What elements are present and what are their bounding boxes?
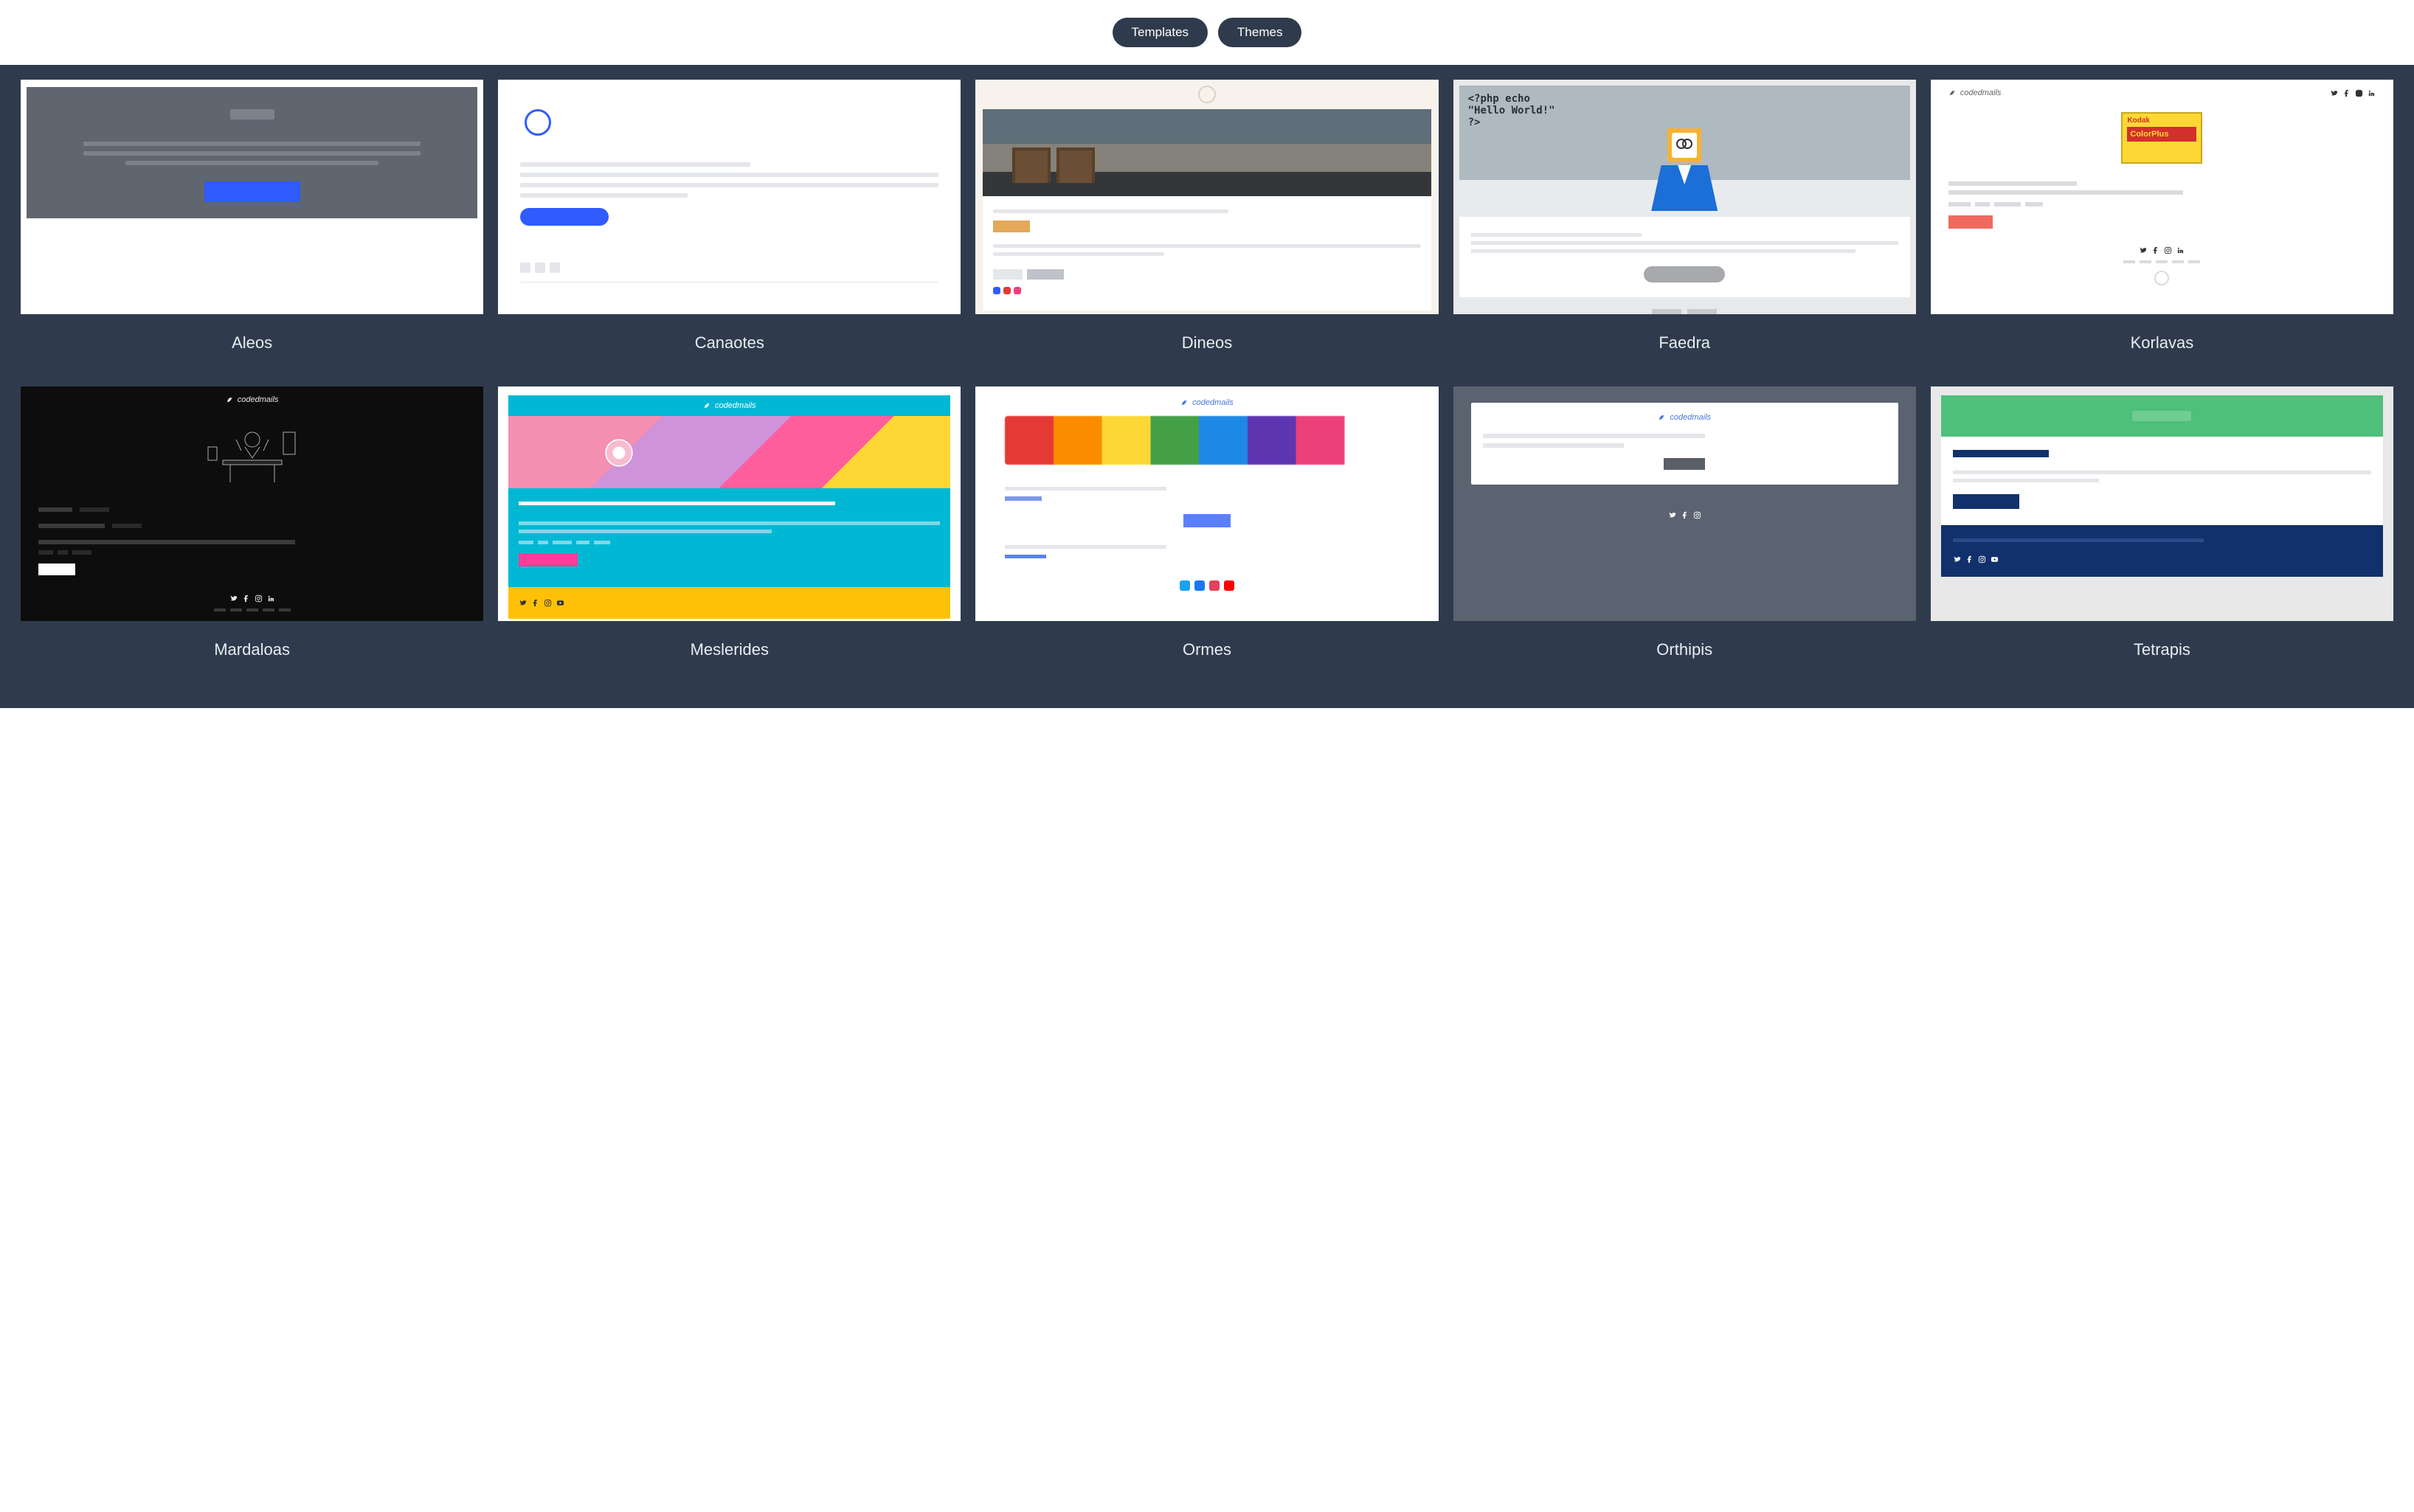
theme-card-orthipis[interactable]: codedmails Orthipis xyxy=(1453,386,1916,679)
theme-name: Dineos xyxy=(975,314,1438,372)
theme-name: Aleos xyxy=(21,314,483,372)
brand-logo: codedmails xyxy=(1483,413,1886,422)
twitter-icon xyxy=(1953,555,1961,563)
linkedin-icon xyxy=(2176,246,2185,254)
view-tabs: Templates Themes xyxy=(0,0,2414,65)
theme-preview: codedmails xyxy=(1453,386,1916,621)
theme-name: Tetrapis xyxy=(1931,621,2393,679)
header-social-icons xyxy=(2330,89,2376,97)
theme-preview: codedmails xyxy=(1931,80,2393,314)
preview-code-text: <?php echo "Hello World!" ?> xyxy=(1468,93,1901,128)
theme-card-dineos[interactable]: Dineos xyxy=(975,80,1438,372)
twitter-icon xyxy=(519,599,527,607)
theme-card-faedra[interactable]: <?php echo "Hello World!" ?> xyxy=(1453,80,1916,372)
theme-card-aleos[interactable]: Aleos xyxy=(21,80,483,372)
theme-card-mardaloas[interactable]: codedmails xyxy=(21,386,483,679)
bird-icon xyxy=(1948,89,1957,97)
theme-card-ormes[interactable]: codedmails Ormes xyxy=(975,386,1438,679)
facebook-icon xyxy=(242,594,250,603)
theme-preview xyxy=(21,80,483,314)
footer-social-icons xyxy=(1471,511,1898,519)
theme-name: Canaotes xyxy=(498,314,961,372)
instagram-icon xyxy=(2355,89,2363,97)
linkedin-icon xyxy=(2368,89,2376,97)
instagram-icon xyxy=(255,594,263,603)
themes-grid: Aleos Canaotes xyxy=(21,80,2393,679)
instagram-icon xyxy=(1693,511,1701,519)
themes-grid-container: Aleos Canaotes xyxy=(0,65,2414,708)
theme-name: Korlavas xyxy=(1931,314,2393,372)
footer-social-icons xyxy=(38,594,466,603)
bird-icon xyxy=(1180,398,1189,407)
twitter-icon xyxy=(229,594,238,603)
brand-logo: codedmails xyxy=(1005,398,1408,407)
facebook-icon xyxy=(1681,511,1689,519)
brand-logo: codedmails xyxy=(1948,89,2002,97)
twitter-icon xyxy=(1668,511,1676,519)
bird-icon xyxy=(703,401,712,410)
linkedin-icon xyxy=(267,594,275,603)
facebook-icon xyxy=(1965,555,1974,563)
instagram-icon xyxy=(1978,555,1986,563)
youtube-icon xyxy=(1991,555,1999,563)
twitter-icon xyxy=(2139,246,2147,254)
footer-social-icons xyxy=(1948,246,2376,254)
theme-name: Faedra xyxy=(1453,314,1916,372)
bird-icon xyxy=(226,395,235,404)
instagram-icon xyxy=(2164,246,2172,254)
theme-name: Orthipis xyxy=(1453,621,1916,679)
theme-name: Ormes xyxy=(975,621,1438,679)
facebook-icon xyxy=(2151,246,2159,254)
theme-card-meslerides[interactable]: codedmails xyxy=(498,386,961,679)
facebook-icon xyxy=(2342,89,2351,97)
theme-preview xyxy=(975,80,1438,314)
theme-card-canaotes[interactable]: Canaotes xyxy=(498,80,961,372)
theme-preview: codedmails xyxy=(975,386,1438,621)
twitter-icon xyxy=(2330,89,2338,97)
footer-social-icons xyxy=(1953,555,2371,563)
theme-preview xyxy=(498,80,961,314)
tab-themes[interactable]: Themes xyxy=(1218,18,1301,47)
theme-preview xyxy=(1931,386,2393,621)
brand-logo: codedmails xyxy=(508,395,950,416)
instagram-icon xyxy=(544,599,552,607)
theme-preview: codedmails xyxy=(498,386,961,621)
youtube-icon xyxy=(556,599,564,607)
theme-preview: <?php echo "Hello World!" ?> xyxy=(1453,80,1916,314)
theme-name: Mardaloas xyxy=(21,621,483,679)
theme-preview: codedmails xyxy=(21,386,483,621)
theme-card-tetrapis[interactable]: Tetrapis xyxy=(1931,386,2393,679)
brand-logo: codedmails xyxy=(38,395,466,404)
footer-social-icons xyxy=(519,599,940,607)
facebook-icon xyxy=(531,599,539,607)
theme-card-korlavas[interactable]: codedmails xyxy=(1931,80,2393,372)
bird-icon xyxy=(1658,413,1667,422)
tab-templates[interactable]: Templates xyxy=(1113,18,1208,47)
theme-name: Meslerides xyxy=(498,621,961,679)
